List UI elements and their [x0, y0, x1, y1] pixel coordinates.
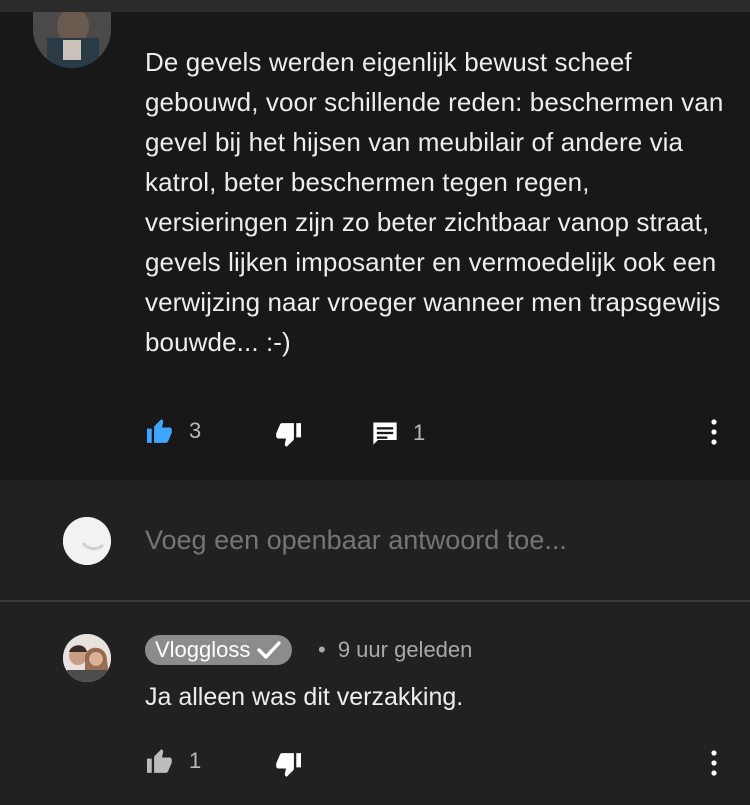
reply-text: Ja alleen was dit verzakking.	[145, 683, 464, 711]
comment-more-button[interactable]	[708, 419, 720, 450]
comment-text: De gevels werden eigenlijk bewust scheef…	[145, 47, 724, 357]
reply-input[interactable]	[145, 520, 705, 560]
reply-author-avatar[interactable]	[63, 634, 111, 682]
reply-meta: • 9 uur geleden	[318, 637, 472, 663]
reply-like-count: 1	[189, 748, 202, 773]
reply-dislike-button[interactable]	[273, 752, 303, 778]
author-name: Vloggloss	[155, 637, 251, 662]
thumbs-down-icon	[276, 423, 301, 447]
reply-count-button[interactable]: 1	[371, 420, 425, 446]
like-button[interactable]: 3	[145, 418, 201, 444]
thumbs-down-icon	[276, 753, 301, 777]
reply-like-button[interactable]: 1	[145, 748, 201, 774]
comment-card: De gevels werden eigenlijk bewust scheef…	[0, 12, 750, 480]
current-user-avatar	[63, 517, 111, 565]
commenter-avatar[interactable]	[33, 12, 111, 68]
thumbs-up-icon	[147, 749, 172, 773]
top-strip	[0, 0, 750, 12]
reply-timestamp: 9 uur geleden	[337, 637, 473, 662]
checkmark-icon	[257, 641, 282, 659]
more-vertical-icon	[711, 750, 717, 776]
comment-icon	[373, 422, 397, 445]
reply-count: 1	[413, 420, 426, 445]
dislike-button[interactable]	[273, 422, 303, 448]
more-vertical-icon	[711, 419, 717, 445]
reply-more-button[interactable]	[708, 750, 720, 781]
author-badge[interactable]: Vloggloss	[145, 635, 293, 665]
like-count: 3	[189, 418, 202, 443]
meta-separator: •	[318, 637, 326, 662]
thumbs-up-icon	[147, 419, 172, 443]
